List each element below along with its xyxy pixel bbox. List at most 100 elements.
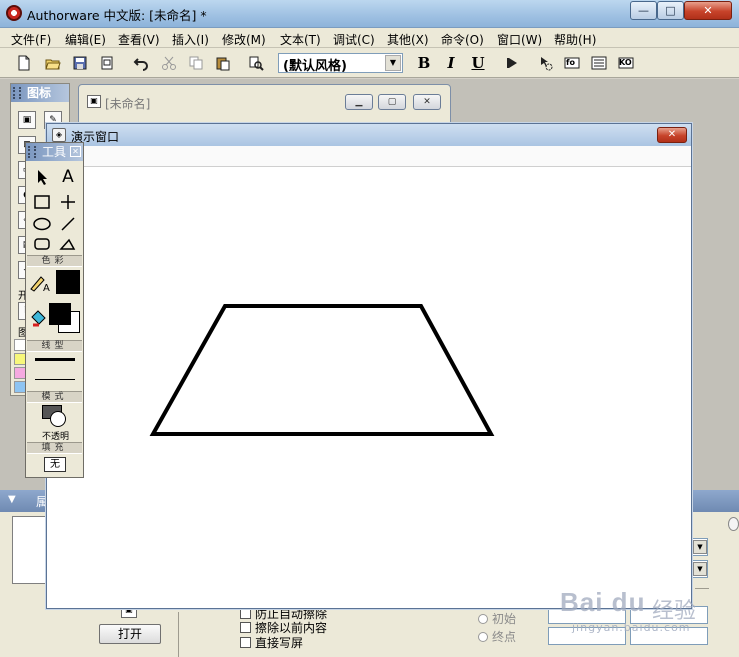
presentation-menu-bar bbox=[47, 146, 691, 167]
minimize-button[interactable]: — bbox=[630, 1, 657, 20]
line-tool-icon[interactable] bbox=[57, 213, 79, 235]
menu-modify[interactable]: 修改(M) bbox=[222, 31, 266, 48]
menu-bar: 文件(F) 编辑(E) 查看(V) 插入(I) 修改(M) 文本(T) 调试(C… bbox=[0, 28, 739, 48]
palette-grip-icon[interactable] bbox=[13, 87, 21, 99]
tools-grip-icon[interactable] bbox=[28, 146, 36, 158]
text-style-value: (默认风格) bbox=[283, 59, 347, 74]
app-title: Authorware 中文版: [未命名] * bbox=[27, 8, 207, 23]
design-minimize-button[interactable]: ▁ bbox=[345, 94, 373, 110]
radio-initial[interactable]: 初始 bbox=[478, 610, 516, 627]
chevron-down-icon[interactable]: ▼ bbox=[385, 55, 401, 71]
control-panel-icon[interactable] bbox=[536, 53, 556, 73]
checkbox-box[interactable] bbox=[240, 637, 251, 648]
tools-close-icon[interactable]: ✕ bbox=[70, 146, 81, 157]
radio-end[interactable]: 终点 bbox=[478, 628, 516, 645]
text-style-select[interactable]: (默认风格) ▼ bbox=[278, 53, 403, 74]
mode-value: 不透明 bbox=[41, 432, 69, 442]
display-icon[interactable]: ▣ bbox=[18, 111, 36, 129]
fill-section-label: 填充 bbox=[27, 442, 82, 454]
properties-preview bbox=[12, 516, 47, 584]
knowledge-objects-label: KO bbox=[619, 58, 632, 67]
divider bbox=[178, 612, 179, 657]
open-folder-icon[interactable] bbox=[43, 53, 63, 73]
menu-window[interactable]: 窗口(W) bbox=[497, 31, 542, 48]
radio-button[interactable] bbox=[478, 632, 488, 642]
foreground-color-swatch[interactable] bbox=[49, 303, 71, 325]
checkbox-label: 擦除以前内容 bbox=[255, 621, 328, 635]
design-maximize-button[interactable]: ▢ bbox=[378, 94, 406, 110]
ellipse-tool-icon[interactable] bbox=[31, 213, 53, 235]
svg-text:A: A bbox=[43, 283, 50, 293]
collapse-triangle-icon[interactable]: ▼ bbox=[8, 494, 16, 505]
new-file-icon[interactable] bbox=[14, 53, 34, 73]
direct-to-screen-checkbox[interactable]: 直接写屏 bbox=[240, 634, 303, 651]
menu-help[interactable]: 帮助(H) bbox=[554, 31, 596, 48]
menu-command[interactable]: 命令(O) bbox=[441, 31, 484, 48]
polygon-tool-icon[interactable] bbox=[57, 233, 79, 255]
checkbox-box[interactable] bbox=[240, 608, 251, 619]
radio-label: 终点 bbox=[492, 630, 517, 644]
design-window-icon: ▣ bbox=[87, 95, 101, 108]
menu-text[interactable]: 文本(T) bbox=[280, 31, 321, 48]
baidu-watermark: Bai du 经验 jingyan.baidu.com bbox=[560, 575, 730, 645]
tools-panel: 工具 ✕ A 色彩 A 线型 模式 不透明 填充 无 bbox=[25, 142, 84, 478]
line-style-section-label: 线型 bbox=[27, 340, 82, 352]
copy-icon[interactable] bbox=[186, 53, 206, 73]
underline-button[interactable]: U bbox=[468, 53, 488, 73]
find-icon[interactable] bbox=[246, 53, 266, 73]
watermark-logo: Bai du bbox=[560, 587, 646, 617]
radio-label: 初始 bbox=[492, 612, 517, 626]
checkbox-box[interactable] bbox=[240, 622, 251, 633]
paste-icon[interactable] bbox=[213, 53, 233, 73]
undo-icon[interactable] bbox=[131, 53, 151, 73]
menu-insert[interactable]: 插入(I) bbox=[172, 31, 209, 48]
line-style-thin[interactable] bbox=[35, 379, 75, 380]
line-style-thick[interactable] bbox=[35, 358, 75, 361]
presentation-window-icon: ◈ bbox=[52, 128, 66, 142]
pencil-text-color-icon[interactable]: A bbox=[29, 271, 51, 294]
menu-other[interactable]: 其他(X) bbox=[387, 31, 429, 48]
text-tool-icon[interactable]: A bbox=[57, 166, 79, 188]
design-close-button[interactable]: ✕ bbox=[413, 94, 441, 110]
chevron-down-icon[interactable]: ▼ bbox=[693, 540, 707, 554]
bold-button[interactable]: B bbox=[414, 53, 434, 73]
import-icon[interactable] bbox=[97, 53, 117, 73]
pointer-tool-icon[interactable] bbox=[31, 166, 53, 188]
menu-view[interactable]: 查看(V) bbox=[118, 31, 160, 48]
presentation-close-button[interactable]: ✕ bbox=[657, 127, 687, 143]
functions-window-label: fo bbox=[566, 58, 575, 67]
save-all-icon[interactable] bbox=[70, 53, 90, 73]
app-title-bar[interactable]: Authorware 中文版: [未命名] * — □ ✕ bbox=[0, 0, 739, 28]
mode-opaque-front[interactable] bbox=[50, 411, 66, 427]
help-icon[interactable] bbox=[728, 517, 739, 531]
cut-icon[interactable] bbox=[159, 53, 179, 73]
rectangle-tool-icon[interactable] bbox=[31, 191, 53, 213]
rounded-rect-tool-icon[interactable] bbox=[31, 233, 53, 255]
menu-edit[interactable]: 编辑(E) bbox=[65, 31, 106, 48]
fill-value[interactable]: 无 bbox=[44, 457, 66, 472]
paint-bucket-icon[interactable] bbox=[29, 307, 49, 329]
italic-button[interactable]: I bbox=[441, 53, 461, 73]
design-window-title: [未命名] bbox=[105, 97, 151, 111]
chevron-down-icon[interactable]: ▼ bbox=[693, 562, 707, 576]
radio-button[interactable] bbox=[478, 614, 488, 624]
variables-window-icon[interactable] bbox=[589, 53, 609, 73]
presentation-title-bar[interactable]: ◈ 演示窗口 ✕ bbox=[47, 124, 691, 146]
color-section-label: 色彩 bbox=[27, 255, 82, 267]
presentation-window[interactable]: ◈ 演示窗口 ✕ bbox=[46, 123, 692, 609]
open-button[interactable]: 打开 bbox=[99, 624, 161, 644]
watermark-url: jingyan.baidu.com bbox=[572, 621, 691, 634]
menu-debug[interactable]: 调试(C) bbox=[333, 31, 375, 48]
checkbox-label: 直接写屏 bbox=[255, 636, 304, 650]
trapezoid-shape[interactable] bbox=[149, 304, 495, 436]
menu-file[interactable]: 文件(F) bbox=[11, 31, 51, 48]
maximize-button[interactable]: □ bbox=[657, 1, 684, 20]
close-button[interactable]: ✕ bbox=[684, 1, 732, 20]
presentation-canvas[interactable] bbox=[47, 167, 691, 608]
mode-section-label: 模式 bbox=[27, 391, 82, 403]
line-color-swatch[interactable] bbox=[56, 270, 80, 294]
crosshair-tool-icon[interactable] bbox=[57, 191, 79, 213]
authorware-app-icon[interactable] bbox=[6, 5, 22, 21]
drawing-surface[interactable] bbox=[47, 167, 691, 608]
run-icon[interactable] bbox=[503, 53, 523, 73]
